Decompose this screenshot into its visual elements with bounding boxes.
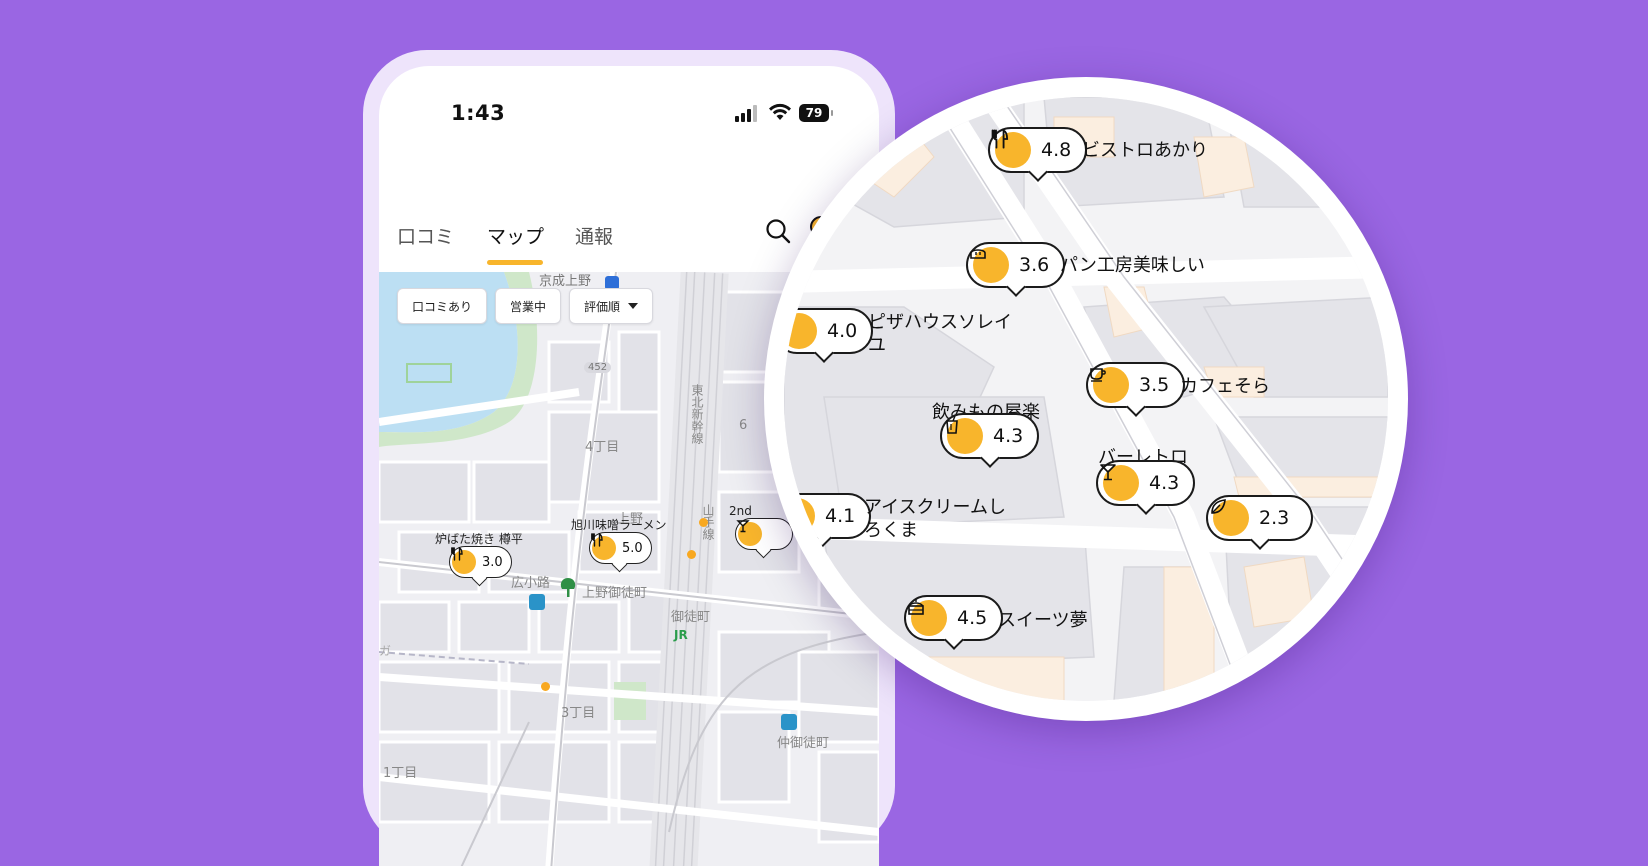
map-label-partial-2nd: 2nd xyxy=(729,504,752,518)
route-number-label: 452 xyxy=(584,362,612,373)
drink-cup-icon xyxy=(946,415,983,454)
rating-value: 3.5 xyxy=(1139,374,1170,396)
vegan-pin[interactable]: 2.3 xyxy=(1206,495,1314,541)
ice-cream-pin[interactable]: 4.1 xyxy=(784,493,872,539)
map-label-tohoku-shinkansen: 東北新幹線 xyxy=(690,384,704,444)
map-label-partial-ka: ガ xyxy=(379,644,392,658)
tab-report[interactable]: 通報 xyxy=(575,222,613,249)
restaurant-name-line2: ユ xyxy=(868,335,886,356)
filter-chip-open-now[interactable]: 営業中 xyxy=(495,288,562,324)
tab-map[interactable]: マップ xyxy=(487,222,544,249)
restaurant-pin[interactable]: 4.8 xyxy=(988,127,1088,173)
status-time: 1:43 xyxy=(451,101,506,125)
jr-station-icon: JR xyxy=(674,628,688,642)
cake-icon xyxy=(908,599,947,636)
map-label-partial-6: 6 xyxy=(739,418,748,433)
sort-dropdown[interactable]: 評価順 xyxy=(569,288,654,324)
bread-icon xyxy=(970,247,1009,283)
map-label-keisei-ueno: 京成上野 xyxy=(539,274,592,289)
map-pin-label: 炉ばた焼き 樽平 xyxy=(435,532,523,546)
fork-knife-icon xyxy=(991,129,1031,168)
map-poi-dot[interactable] xyxy=(687,550,696,559)
chip-label: 営業中 xyxy=(510,299,547,314)
active-tab-indicator xyxy=(487,260,543,265)
map-label-4-chome: 4丁目 xyxy=(585,440,620,455)
map-pin-label: 旭川味噌ラーメン xyxy=(571,518,667,532)
chip-label: 評価順 xyxy=(584,299,621,314)
rating-value: 4.1 xyxy=(825,505,856,527)
metro-icon xyxy=(529,594,545,610)
map-poi-dot[interactable] xyxy=(699,518,708,527)
tab-reviews[interactable]: 口コミ xyxy=(397,222,454,249)
rating-value: 3.6 xyxy=(1019,254,1050,276)
restaurant-name-line1: アイスクリームし xyxy=(864,497,1007,518)
leaf-icon xyxy=(1211,499,1249,536)
fork-knife-icon xyxy=(591,533,616,560)
cafe-pin[interactable]: 3.5 xyxy=(1086,362,1186,408)
pizza-icon xyxy=(784,312,817,349)
map-pin[interactable]: 3.0 xyxy=(449,546,512,578)
bakery-pin[interactable]: 3.6 xyxy=(966,242,1066,288)
restaurant-name-line2: ろくま xyxy=(864,520,918,541)
pizza-pin[interactable]: 4.0 xyxy=(784,308,874,354)
ice-cream-icon xyxy=(784,497,815,534)
map-magnifier: 4.8 ビストロあかり 3.6 パン工房美味しい 4.0 ピザハウスソレイ ユ … xyxy=(764,77,1408,721)
map-pin[interactable]: 5.0 xyxy=(589,532,652,564)
restaurant-name: ビストロあかり xyxy=(1082,140,1208,161)
filter-chip-has-reviews[interactable]: 口コミあり xyxy=(397,288,488,324)
map-label-1-chome: 1丁目 xyxy=(383,766,418,781)
metro-icon xyxy=(781,714,797,730)
chip-label: 口コミあり xyxy=(412,299,473,314)
cellular-signal-icon xyxy=(735,104,761,122)
restaurant-name-line1: ピザハウスソレイ xyxy=(868,312,1012,333)
restaurant-name: カフェそら xyxy=(1180,376,1270,397)
map-label-hirokoji: 広小路 xyxy=(511,576,551,591)
rating-value: 4.3 xyxy=(993,425,1024,447)
map-label-ueno-okachimachi: 上野御徒町 xyxy=(582,586,648,601)
rating-value: 4.0 xyxy=(827,320,858,342)
map-label-naka-okachimachi: 仲御徒町 xyxy=(777,736,830,751)
rating-value: 4.5 xyxy=(957,607,988,629)
map-label-okachimachi: 御徒町 xyxy=(671,610,711,625)
filter-chip-row: 口コミあり 営業中 評価順 xyxy=(397,288,654,324)
map-label-3-chome: 3丁目 xyxy=(561,706,596,721)
restaurant-name: パン工房美味しい xyxy=(1060,255,1205,276)
sweets-pin[interactable]: 4.5 xyxy=(904,595,1004,641)
bar-pin[interactable]: 4.3 xyxy=(1096,460,1196,506)
caret-down-icon xyxy=(628,303,639,309)
fork-knife-icon xyxy=(451,547,476,574)
rating-value: 3.0 xyxy=(482,554,503,570)
rating-value: 2.3 xyxy=(1259,507,1290,529)
cocktail-icon xyxy=(1100,464,1139,501)
tree-icon xyxy=(560,578,576,597)
rating-value: 4.8 xyxy=(1041,139,1072,161)
rating-value: 5.0 xyxy=(622,540,643,556)
restaurant-name: スイーツ夢 xyxy=(998,610,1088,631)
drink-pin[interactable]: 4.3 xyxy=(940,413,1040,459)
coffee-icon xyxy=(1090,367,1129,403)
map-poi-dot[interactable] xyxy=(541,682,550,691)
magnified-map[interactable]: 4.8 ビストロあかり 3.6 パン工房美味しい 4.0 ピザハウスソレイ ユ … xyxy=(784,97,1388,701)
rating-value: 4.3 xyxy=(1149,472,1180,494)
cocktail-icon xyxy=(736,520,762,546)
